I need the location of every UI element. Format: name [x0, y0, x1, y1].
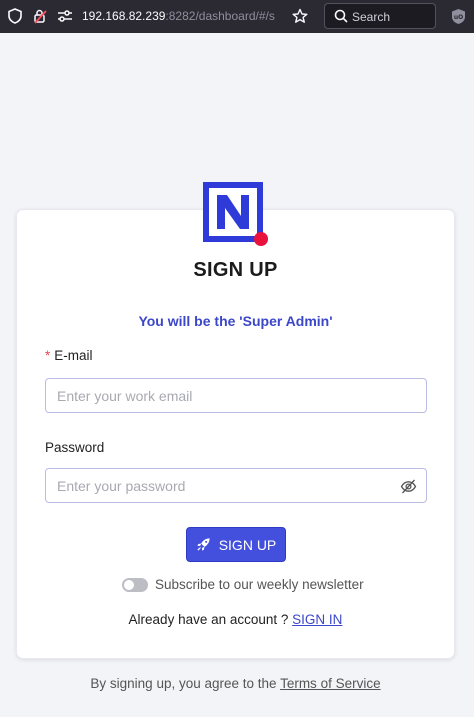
email-field[interactable] — [45, 378, 427, 413]
sign-up-button[interactable]: SIGN UP — [186, 527, 286, 562]
terms-of-service-link[interactable]: Terms of Service — [280, 676, 381, 691]
signin-prompt: Already have an account ? SIGN IN — [0, 612, 471, 627]
terms-notice: By signing up, you agree to the Terms of… — [0, 676, 471, 691]
rocket-icon — [197, 538, 210, 551]
role-subtitle: You will be the 'Super Admin' — [138, 313, 333, 329]
required-mark: * — [45, 348, 51, 363]
toggle-knob — [124, 580, 134, 590]
email-label: * E-mail — [45, 348, 93, 363]
search-icon — [332, 7, 350, 25]
page-title: SIGN UP — [193, 259, 278, 281]
signin-prompt-text: Already have an account ? — [128, 612, 289, 627]
lock-warning-icon[interactable] — [31, 7, 49, 25]
svg-text:uO: uO — [454, 14, 463, 21]
logo-icon — [200, 179, 272, 251]
sign-up-button-label: SIGN UP — [218, 536, 277, 553]
password-field[interactable] — [45, 468, 427, 503]
newsletter-label: Subscribe to our weekly newsletter — [155, 577, 364, 592]
permissions-icon[interactable] — [56, 7, 74, 25]
extension-icon[interactable]: uO — [451, 8, 466, 25]
url-host: 192.168.82.239 — [82, 9, 166, 23]
search-placeholder: Search — [352, 10, 391, 24]
url-path: :8282/dashboard/#/s — [165, 9, 275, 23]
email-label-text: E-mail — [54, 348, 93, 363]
sign-in-link[interactable]: SIGN IN — [292, 612, 342, 627]
password-label: Password — [45, 440, 105, 455]
eye-off-icon[interactable] — [400, 478, 417, 495]
shield-icon[interactable] — [6, 7, 24, 25]
terms-prefix: By signing up, you agree to the — [90, 676, 277, 691]
bookmark-star-icon[interactable] — [291, 7, 309, 25]
newsletter-toggle[interactable] — [122, 578, 148, 592]
browser-search-box[interactable]: Search — [324, 3, 436, 29]
url-bar[interactable]: 192.168.82.239:8282/dashboard/#/s — [82, 9, 275, 23]
browser-toolbar: 192.168.82.239:8282/dashboard/#/s Search… — [0, 0, 474, 33]
